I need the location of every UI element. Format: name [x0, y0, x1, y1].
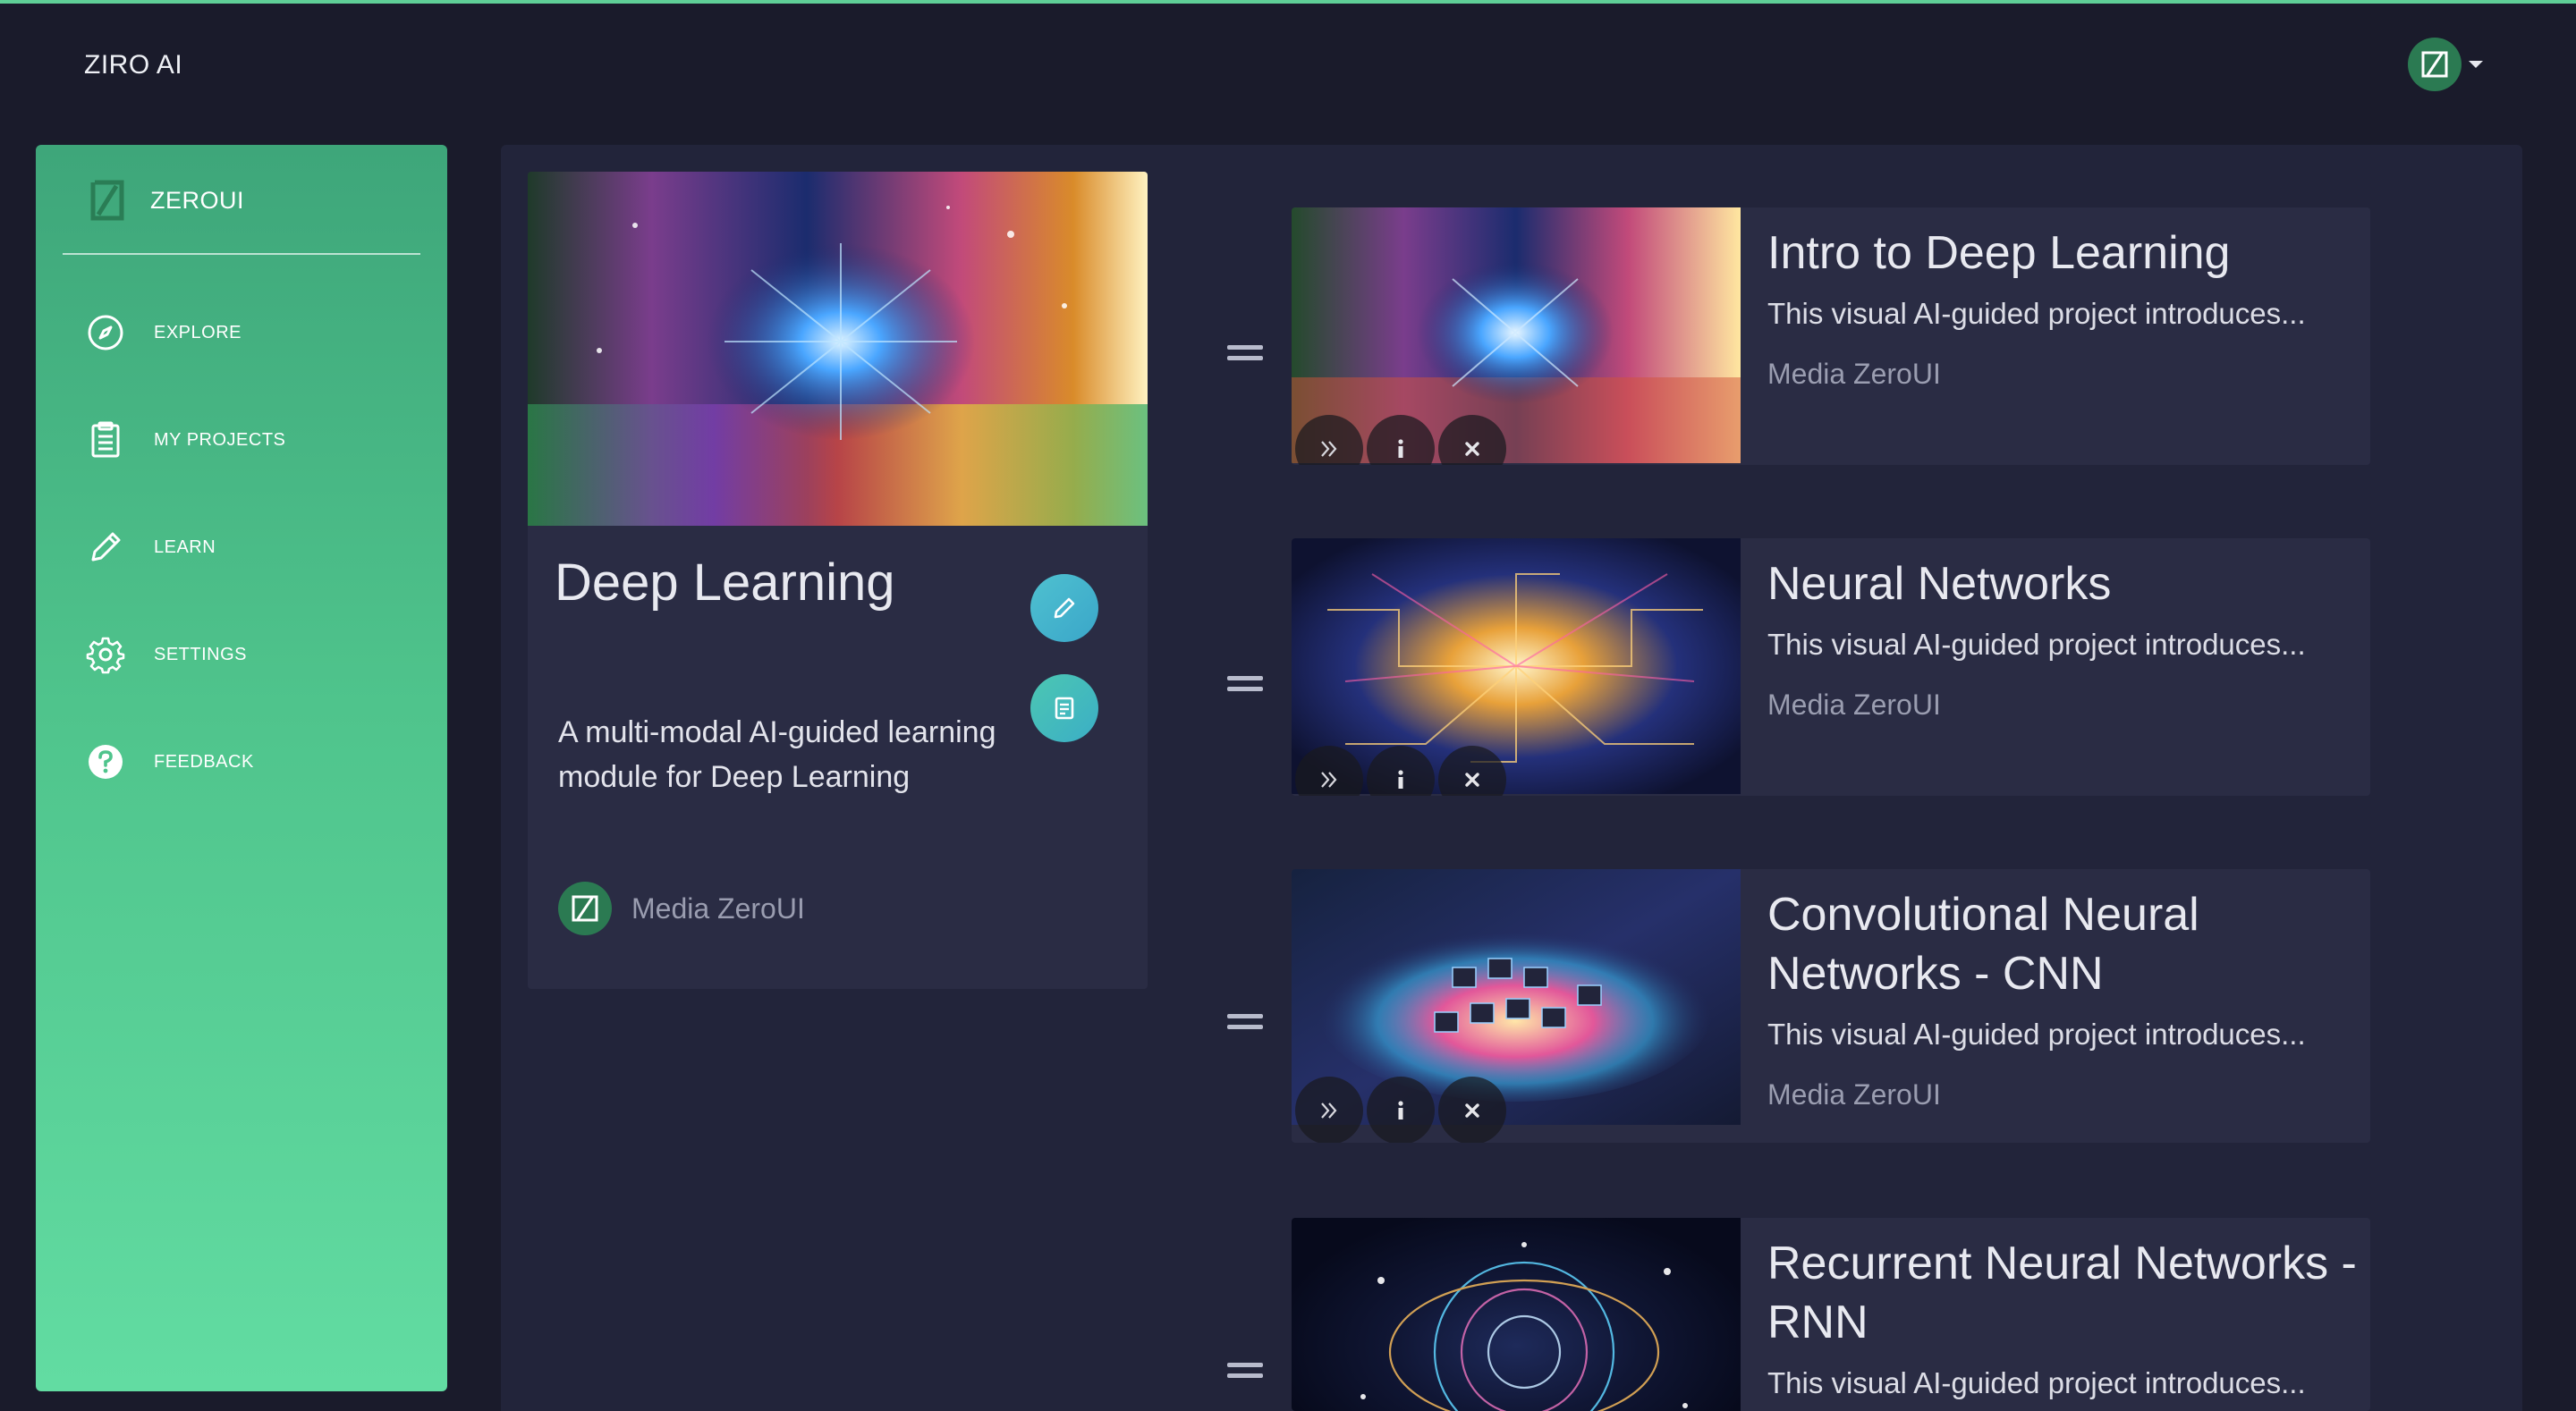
lesson-card[interactable]: Intro to Deep Learning This visual AI-gu… — [1292, 207, 2370, 465]
lesson-description: This visual AI-guided project introduces… — [1767, 1366, 2306, 1399]
lesson-title: Convolutional Neural Networks - CNN — [1767, 889, 2199, 1000]
user-menu[interactable] — [2408, 38, 2483, 91]
app-title: ZIRO AI — [84, 50, 183, 80]
sidebar-item-label: LEARN — [154, 537, 216, 557]
lesson-author: Media ZeroUI — [1767, 358, 1941, 390]
sidebar-item-feedback[interactable]: FEEDBACK — [86, 742, 254, 782]
chevron-down-icon[interactable] — [2469, 61, 2483, 68]
drag-handle[interactable] — [1227, 676, 1263, 692]
sidebar-item-settings[interactable]: SETTINGS — [86, 635, 247, 674]
lesson-actions — [1295, 746, 1506, 796]
remove-lesson-button[interactable] — [1438, 1077, 1506, 1143]
sidebar-item-label: EXPLORE — [154, 322, 242, 342]
lesson-title: Neural Networks — [1767, 558, 2112, 610]
sidebar-item-my-projects[interactable]: MY PROJECTS — [86, 420, 285, 460]
module-title: Deep Learning — [555, 553, 895, 612]
sidebar-item-label: SETTINGS — [154, 644, 248, 664]
ziro-logo-icon — [572, 895, 598, 922]
document-icon — [1055, 697, 1074, 720]
pencil-icon — [86, 528, 125, 567]
top-accent-line — [0, 0, 2576, 4]
author-avatar — [558, 882, 612, 935]
double-chevron-right-icon — [1321, 441, 1337, 457]
gear-icon — [86, 635, 125, 674]
lesson-description: This visual AI-guided project introduces… — [1767, 1018, 2306, 1051]
lesson-actions — [1295, 1077, 1506, 1143]
ziro-logo-icon — [90, 180, 124, 221]
lesson-card[interactable]: Neural Networks This visual AI-guided pr… — [1292, 538, 2370, 796]
pencil-icon — [1054, 597, 1075, 619]
drag-handle[interactable] — [1227, 1363, 1263, 1379]
lesson-actions — [1295, 415, 1506, 465]
info-icon — [1398, 439, 1403, 458]
sidebar-brand-label: ZEROUI — [150, 186, 245, 214]
sidebar-item-label: FEEDBACK — [154, 751, 254, 772]
drag-handle[interactable] — [1227, 345, 1263, 361]
close-icon — [1465, 773, 1479, 787]
question-circle-icon — [86, 742, 125, 782]
sidebar-item-learn[interactable]: LEARN — [86, 528, 216, 567]
open-lesson-button[interactable] — [1295, 746, 1363, 796]
module-document-button[interactable] — [1030, 674, 1098, 742]
ziro-logo-icon — [2421, 51, 2448, 78]
lesson-info-button[interactable] — [1367, 1077, 1435, 1143]
sidebar-divider — [63, 253, 420, 255]
lesson-title: Recurrent Neural Networks - RNN — [1767, 1238, 2357, 1348]
open-lesson-button[interactable] — [1295, 415, 1363, 465]
lesson-card[interactable]: Convolutional Neural Networks - CNN This… — [1292, 869, 2370, 1143]
module-description: A multi-modal AI-guided learning module … — [558, 715, 996, 794]
sidebar-item-explore[interactable]: EXPLORE — [86, 313, 242, 352]
compass-icon — [86, 313, 125, 352]
user-avatar[interactable] — [2408, 38, 2462, 91]
remove-lesson-button[interactable] — [1438, 746, 1506, 796]
lesson-description: This visual AI-guided project introduces… — [1767, 297, 2306, 330]
lesson-card[interactable]: Recurrent Neural Networks - RNN This vis… — [1292, 1218, 2370, 1411]
clipboard-icon — [86, 420, 125, 460]
lesson-info-button[interactable] — [1367, 746, 1435, 796]
module-author[interactable]: Media ZeroUI — [558, 882, 805, 935]
lesson-author: Media ZeroUI — [1767, 1078, 1941, 1111]
lesson-author: Media ZeroUI — [1767, 689, 1941, 721]
sidebar: ZEROUI EXPLORE MY PROJECTS LEARN SETTING… — [36, 145, 447, 1391]
lesson-title: Intro to Deep Learning — [1767, 227, 2231, 279]
open-lesson-button[interactable] — [1295, 1077, 1363, 1143]
info-icon — [1398, 1101, 1403, 1120]
module-cover-image — [528, 172, 1148, 526]
remove-lesson-button[interactable] — [1438, 415, 1506, 465]
double-chevron-right-icon — [1321, 772, 1337, 788]
lesson-thumbnail — [1292, 1218, 1741, 1411]
lesson-info-button[interactable] — [1367, 415, 1435, 465]
info-icon — [1398, 770, 1403, 789]
sidebar-brand[interactable]: ZEROUI — [86, 177, 244, 224]
edit-module-button[interactable] — [1030, 574, 1098, 642]
double-chevron-right-icon — [1321, 1103, 1337, 1119]
sidebar-item-label: MY PROJECTS — [154, 429, 286, 450]
close-icon — [1465, 442, 1479, 456]
lesson-description: This visual AI-guided project introduces… — [1767, 628, 2306, 661]
close-icon — [1465, 1103, 1479, 1118]
author-name: Media ZeroUI — [631, 891, 805, 925]
drag-handle[interactable] — [1227, 1014, 1263, 1030]
module-card: Deep Learning A multi-modal AI-guided le… — [528, 172, 1148, 989]
